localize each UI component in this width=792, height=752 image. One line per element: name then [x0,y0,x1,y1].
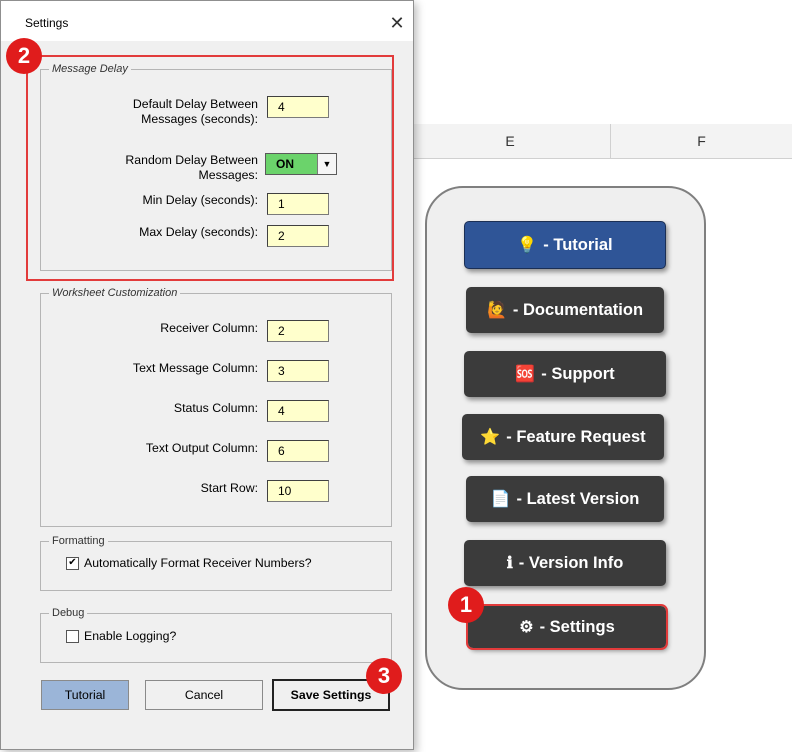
support-macro-label: - Support [541,364,615,383]
status-column-input[interactable]: 4 [267,400,329,422]
receiver-column-input[interactable]: 2 [267,320,329,342]
tutorial-macro-label: - Tutorial [543,235,613,254]
column-header-e[interactable]: E [410,124,611,158]
worksheet-customization-legend: Worksheet Customization [52,287,178,299]
start-row-label: Start Row: [200,481,258,495]
column-header-f[interactable]: F [611,124,792,158]
sos-icon: 🆘 [515,366,536,383]
enable-logging-checkbox[interactable]: Enable Logging? [66,629,176,643]
checkbox-unchecked-icon[interactable] [66,629,79,643]
feature-request-macro-button[interactable]: ⭐ - Feature Request [462,414,664,460]
version-info-macro-label: - Version Info [518,553,624,572]
tutorial-button[interactable]: Tutorial [41,680,129,710]
dialog-title: Settings [25,16,69,30]
tutorial-macro-button[interactable]: 💡 - Tutorial [464,221,666,269]
document-icon: 📄 [490,491,511,508]
latest-version-macro-label: - Latest Version [516,489,640,508]
settings-macro-button[interactable]: ⚙ - Settings [466,604,668,650]
message-delay-highlight [26,55,394,281]
text-message-column-label: Text Message Column: [132,361,258,375]
text-output-column-label: Text Output Column: [145,441,258,455]
gear-icon: ⚙ [519,619,534,636]
step-3-badge: 3 [366,658,402,694]
cancel-button[interactable]: Cancel [145,680,263,710]
person-icon: 🙋 [486,302,507,319]
documentation-macro-button[interactable]: 🙋 - Documentation [466,287,664,333]
step-1-badge: 1 [448,587,484,623]
save-settings-button-label: Save Settings [290,688,372,702]
cancel-button-label: Cancel [184,688,224,702]
lightbulb-icon: 💡 [517,237,538,254]
latest-version-macro-button[interactable]: 📄 - Latest Version [466,476,664,522]
text-message-column-input[interactable]: 3 [267,360,329,382]
status-column-label: Status Column: [173,401,258,415]
auto-format-label: Automatically Format Receiver Numbers? [84,556,312,570]
documentation-macro-label: - Documentation [512,300,644,319]
start-row-input[interactable]: 10 [267,480,329,502]
feature-request-macro-label: - Feature Request [506,427,646,446]
formatting-legend: Formatting [52,535,105,547]
support-macro-button[interactable]: 🆘 - Support [464,351,666,397]
step-2-badge: 2 [6,38,42,74]
enable-logging-label: Enable Logging? [84,629,177,643]
debug-legend: Debug [52,607,85,619]
text-output-column-input[interactable]: 6 [267,440,329,462]
checkbox-checked-icon[interactable]: ✔ [66,556,79,570]
info-icon: ℹ [506,555,513,572]
close-icon[interactable]: ✕ [383,9,411,37]
tutorial-button-label: Tutorial [64,688,106,702]
version-info-macro-button[interactable]: ℹ - Version Info [464,540,666,586]
auto-format-checkbox[interactable]: ✔ Automatically Format Receiver Numbers? [66,556,312,570]
receiver-column-label: Receiver Column: [160,321,258,335]
settings-macro-label: - Settings [539,617,615,636]
star-icon: ⭐ [480,429,501,446]
